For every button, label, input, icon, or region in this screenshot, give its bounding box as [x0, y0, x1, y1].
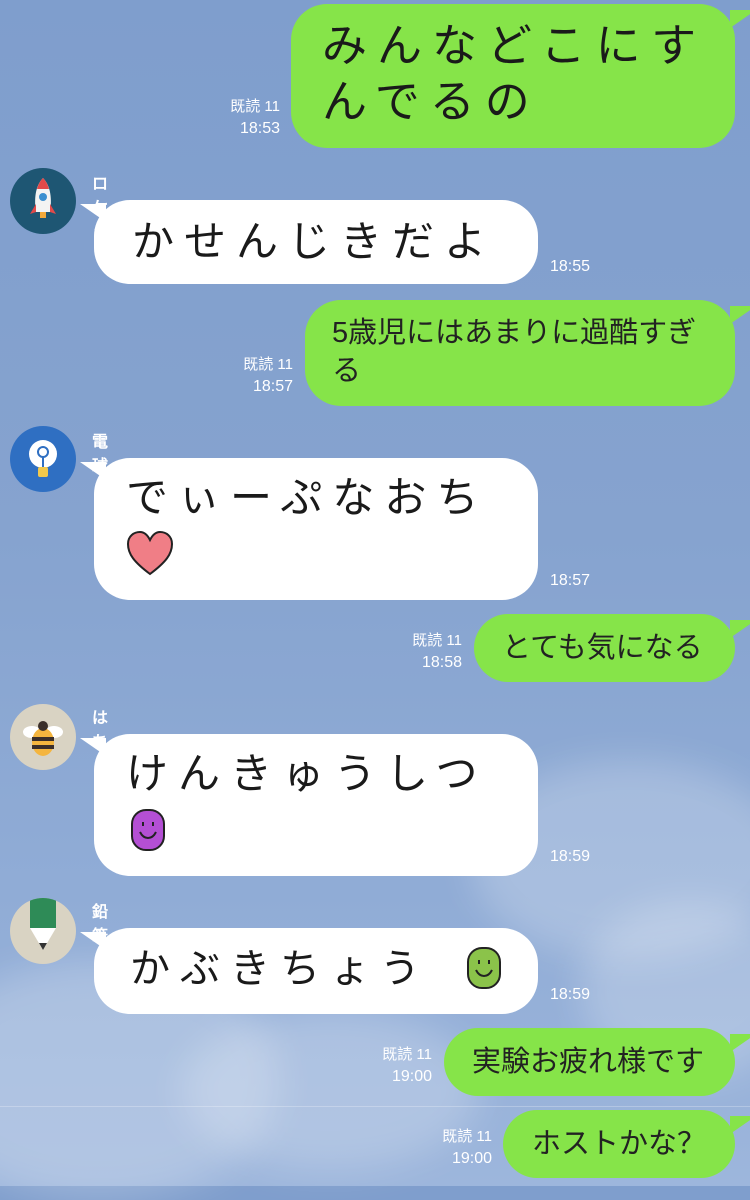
message-text: けんきゅうしつ — [126, 749, 488, 798]
read-receipt: 既読 11 — [243, 356, 293, 373]
timestamp: 18:57 — [252, 378, 293, 395]
timestamp: 18:59 — [550, 986, 591, 1003]
message-text: 実験お疲れ様です — [472, 1046, 705, 1078]
timestamp: 19:00 — [391, 1068, 432, 1085]
timestamp: 18:55 — [550, 258, 591, 275]
bubble-tail — [730, 1034, 750, 1052]
bubble-tail — [80, 738, 106, 756]
pencil-icon — [30, 898, 56, 950]
heart-icon — [126, 530, 174, 576]
read-receipt: 既読 11 — [412, 632, 462, 649]
message-text: みんなどこにすんでるの — [322, 19, 707, 128]
smiley-icon — [131, 809, 165, 851]
avatar[interactable] — [10, 168, 76, 234]
bubble-tail — [730, 306, 750, 324]
bee-icon — [23, 721, 63, 756]
divider — [0, 1106, 750, 1107]
timestamp: 18:59 — [550, 848, 591, 865]
message-text: かせんじきだよ — [132, 217, 497, 266]
timestamp: 18:53 — [239, 120, 280, 137]
read-receipt: 既読 11 — [230, 98, 280, 115]
timestamp: 19:00 — [451, 1150, 492, 1167]
read-receipt: 既読 11 — [442, 1128, 492, 1145]
message-text: 5歳児にはあまりに過酷すぎる — [332, 317, 697, 387]
bubble-tail — [80, 932, 106, 950]
timestamp: 18:58 — [421, 654, 462, 671]
smiley-icon — [467, 947, 501, 989]
timestamp: 18:57 — [550, 572, 591, 589]
message-text: とても気になる — [502, 632, 703, 664]
message-text: かぶきちょう — [130, 946, 430, 992]
avatar[interactable] — [10, 898, 76, 964]
message-text: ホストかな？ — [532, 1128, 707, 1160]
rocket-icon — [30, 178, 56, 218]
bubble-tail — [730, 1116, 750, 1134]
avatar[interactable] — [10, 704, 76, 770]
message-text: でぃーぷなおち — [126, 473, 489, 522]
bubble-tail — [730, 620, 750, 638]
avatar[interactable] — [10, 426, 76, 492]
read-receipt: 既読 11 — [382, 1046, 432, 1063]
bubble-tail — [80, 462, 106, 480]
bubble-tail — [730, 10, 750, 28]
bubble-tail — [80, 204, 106, 222]
lightbulb-icon — [29, 440, 57, 477]
